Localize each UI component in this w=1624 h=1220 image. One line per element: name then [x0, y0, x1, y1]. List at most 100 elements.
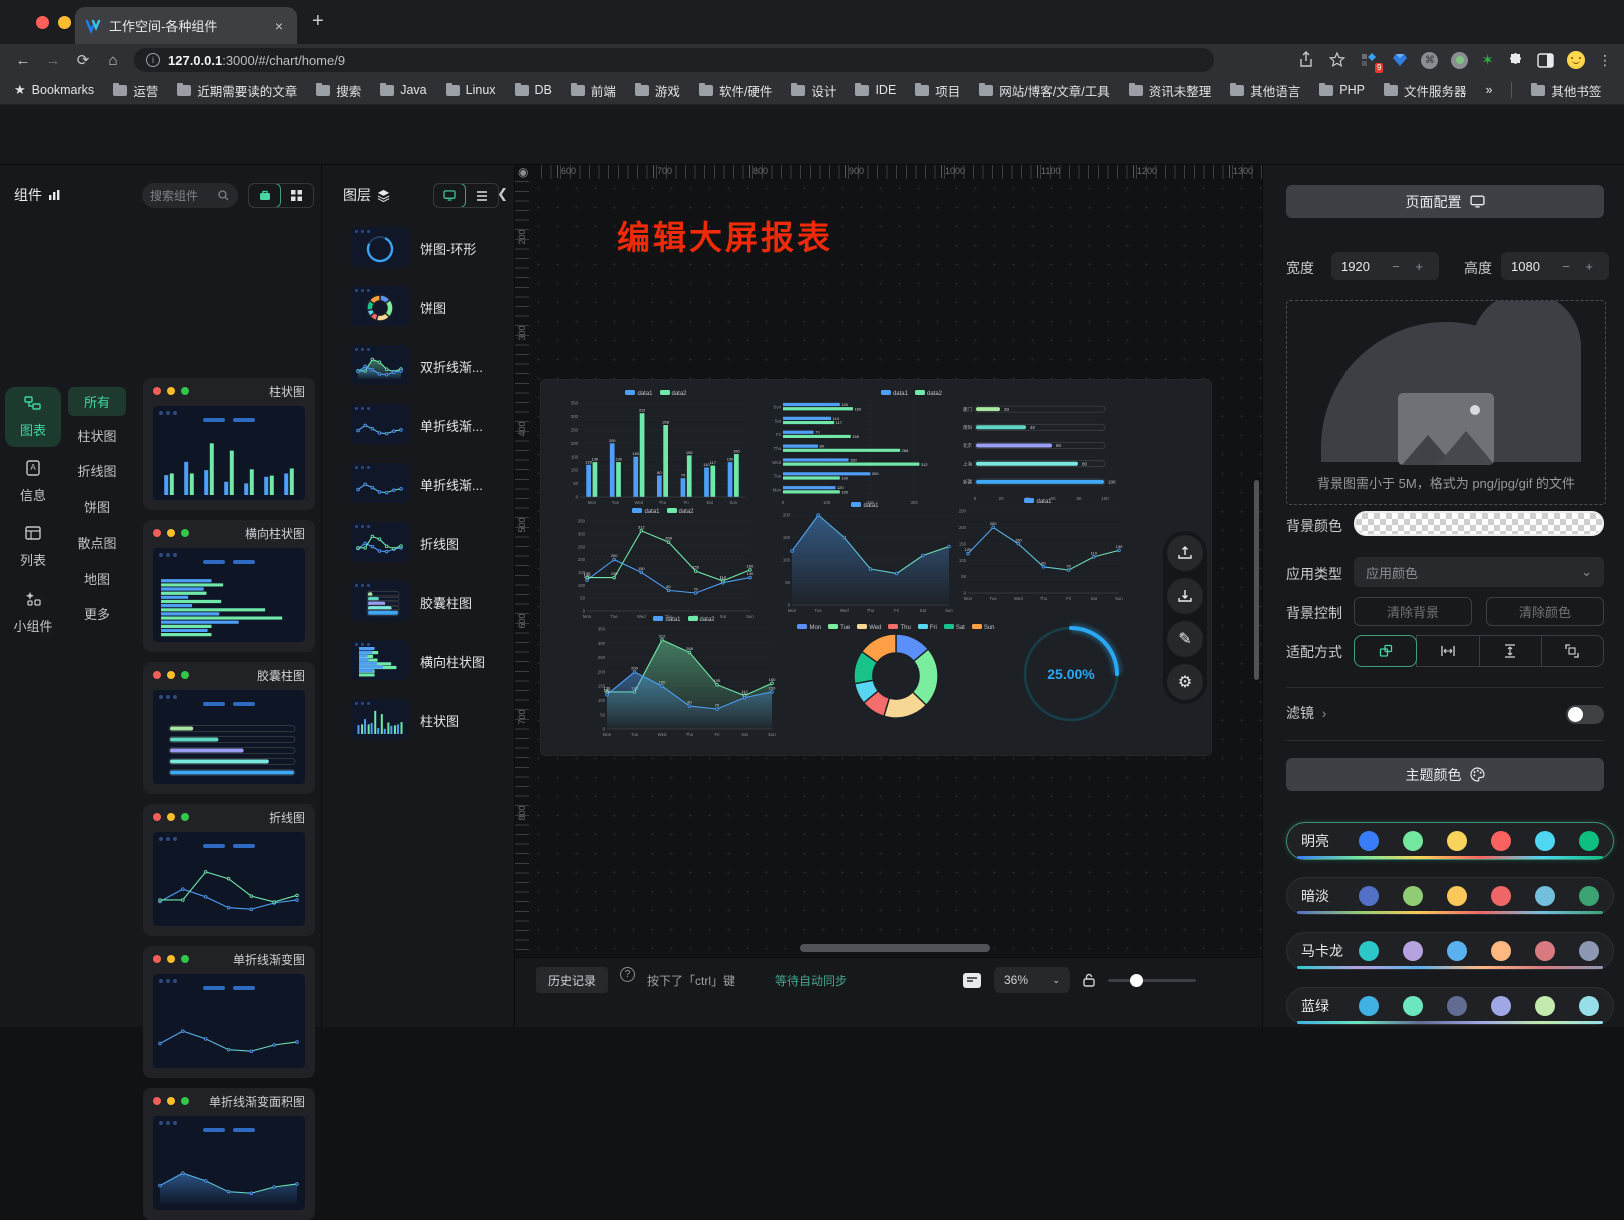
history-button[interactable]: 历史记录	[536, 967, 608, 993]
bookmark-item[interactable]: IDE	[855, 81, 896, 100]
extension-dot-icon[interactable]	[1451, 52, 1468, 69]
layer-item-6[interactable]: 胶囊柱图	[322, 581, 515, 637]
bookmarks-manager[interactable]: ★ Bookmarks	[14, 82, 94, 98]
category-2[interactable]: 折线图	[68, 461, 126, 480]
zoom-select[interactable]: 36%⌄	[994, 967, 1070, 993]
chart-line-chart-single[interactable]: data1050100150200250MonTueWedThuFriSatSu…	[953, 496, 1123, 606]
chart-line-chart-gradient[interactable]: data1050100150200MonTueWedThuFriSatSun	[777, 500, 953, 618]
slider-knob[interactable]	[1130, 974, 1143, 987]
extension-star-icon[interactable]: ✶	[1481, 51, 1494, 69]
extension-devtools-icon[interactable]: 9	[1359, 50, 1379, 70]
bookmarks-overflow-button[interactable]: »	[1485, 83, 1492, 97]
chart-bar-chart[interactable]: data1data2050100150200250300350120130Mon…	[565, 388, 747, 510]
fit-scale-button[interactable]	[1354, 635, 1417, 667]
fit-stretch-button[interactable]	[1541, 635, 1604, 667]
new-tab-button[interactable]: +	[312, 11, 324, 31]
ruler-eye-icon[interactable]: ◉	[518, 165, 528, 179]
back-icon[interactable]: ←	[8, 52, 38, 69]
bookmark-item[interactable]: 设计	[791, 81, 836, 100]
share-icon[interactable]	[1297, 51, 1315, 69]
extension-cmd-icon[interactable]: ⌘	[1421, 52, 1438, 69]
settings-button[interactable]: ⚙	[1167, 664, 1203, 700]
component-card-capsule[interactable]: 胶囊柱图	[143, 662, 315, 794]
category-3[interactable]: 饼图	[68, 497, 126, 516]
component-search[interactable]	[142, 183, 238, 208]
component-card-bars[interactable]: 柱状图	[143, 378, 315, 510]
bookmark-item[interactable]: 文件服务器	[1384, 81, 1467, 100]
theme-row-1[interactable]: 暗淡	[1286, 877, 1614, 915]
collapse-panel-icon[interactable]: ❮	[497, 186, 508, 202]
layer-item-4[interactable]: 单折线渐...	[322, 463, 515, 519]
stepper-buttons[interactable]: − +	[1562, 259, 1599, 274]
category-6[interactable]: 更多	[68, 604, 126, 623]
chart-pie-chart-donut[interactable]: MonTueWedThuFriSatSun	[789, 622, 1003, 742]
stepper-buttons[interactable]: − +	[1392, 259, 1429, 274]
bookmark-star-icon[interactable]	[1328, 51, 1346, 69]
theme-row-2[interactable]: 马卡龙	[1286, 932, 1614, 970]
bookmark-item[interactable]: 近期需要读的文章	[177, 81, 297, 100]
sidebar-item-widgets[interactable]: 小组件	[5, 591, 61, 635]
bookmark-item[interactable]: DB	[515, 81, 552, 100]
sidebar-icon[interactable]	[1537, 52, 1554, 69]
list-view-button[interactable]	[465, 184, 498, 207]
bookmark-item[interactable]: 前端	[571, 81, 616, 100]
clear-background-button[interactable]: 清除背景	[1354, 597, 1472, 626]
chart-area-chart-dual[interactable]: data1data2050100150200250300350MonTueWed…	[592, 614, 776, 742]
bookmark-item[interactable]: 项目	[915, 81, 960, 100]
extensions-puzzle-icon[interactable]	[1507, 52, 1524, 69]
bookmark-item[interactable]: Linux	[446, 81, 496, 100]
sidebar-item-info[interactable]: A信息	[5, 460, 61, 504]
home-icon[interactable]: ⌂	[98, 52, 128, 69]
width-input[interactable]: 1920− +	[1331, 252, 1439, 280]
extension-gem-icon[interactable]	[1392, 52, 1408, 68]
editor-canvas[interactable]: ◉ 6007008009001000110012001300 200300400…	[515, 165, 1262, 1027]
edit-button[interactable]: ✎	[1167, 621, 1203, 657]
export-button[interactable]	[1167, 535, 1203, 571]
bookmark-item[interactable]: 其他语言	[1230, 81, 1300, 100]
horizontal-scrollbar[interactable]	[800, 944, 990, 952]
reload-icon[interactable]: ⟳	[68, 51, 98, 69]
menu-dots-icon[interactable]: ⋮	[1598, 52, 1612, 69]
chart-horizontal-bar-chart[interactable]: data1data20100200300130160Sun110117Sat70…	[768, 388, 950, 510]
sidebar-item-list[interactable]: 列表	[5, 525, 61, 569]
background-upload-dropzone[interactable]: ☁ ☁ 背景图需小于 5M，格式为 png/jpg/gif 的文件	[1286, 300, 1606, 505]
site-info-icon[interactable]: i	[146, 53, 160, 67]
forward-icon[interactable]: →	[38, 52, 68, 69]
import-button[interactable]	[1167, 578, 1203, 614]
dashboard-plate[interactable]: data1data2050100150200250300350120130Mon…	[541, 380, 1211, 755]
grid-view-button[interactable]	[280, 184, 313, 207]
dashboard-title-text[interactable]: 编辑大屏报表	[617, 211, 833, 259]
page-config-header[interactable]: 页面配置	[1286, 185, 1604, 218]
layer-item-0[interactable]: 饼图-环形	[322, 227, 515, 283]
profile-avatar[interactable]	[1567, 51, 1585, 69]
category-4[interactable]: 散点图	[68, 533, 126, 552]
component-card-hbars[interactable]: 横向柱状图	[143, 520, 315, 652]
chart-capsule-chart[interactable]: 厦门20南阳40北京60上海80新疆100020406080100	[955, 396, 1123, 502]
help-icon[interactable]: ?	[620, 967, 635, 982]
component-card-line2[interactable]: 折线图	[143, 804, 315, 936]
layer-item-8[interactable]: 柱状图	[322, 699, 515, 755]
category-0[interactable]: 所有	[68, 387, 126, 416]
bookmark-item[interactable]: 资讯未整理	[1129, 81, 1212, 100]
theme-row-0[interactable]: 明亮	[1286, 822, 1614, 860]
sidebar-item-charts[interactable]: 图表	[5, 387, 61, 447]
layer-item-2[interactable]: 双折线渐...	[322, 345, 515, 401]
height-input[interactable]: 1080− +	[1501, 252, 1609, 280]
search-input[interactable]	[150, 189, 214, 203]
layer-item-1[interactable]: 饼图	[322, 286, 515, 342]
bookmark-item[interactable]: 搜索	[316, 81, 361, 100]
category-1[interactable]: 柱状图	[68, 426, 126, 445]
traffic-minimize-button[interactable]	[58, 16, 71, 29]
theme-color-header[interactable]: 主题颜色	[1286, 758, 1604, 791]
fit-width-button[interactable]	[1416, 635, 1479, 667]
category-5[interactable]: 地图	[68, 569, 126, 588]
single-view-button[interactable]	[248, 183, 281, 208]
filter-toggle[interactable]	[1566, 705, 1604, 724]
chart-gauge-chart[interactable]: 25.00%	[1017, 620, 1125, 728]
chart-line-chart-dual[interactable]: data1data2050100150200250300350MonTueWed…	[572, 506, 754, 624]
bookmark-item[interactable]: Java	[380, 81, 426, 100]
fit-height-button[interactable]	[1479, 635, 1542, 667]
layer-item-5[interactable]: 折线图	[322, 522, 515, 578]
clear-color-button[interactable]: 清除颜色	[1486, 597, 1604, 626]
bookmark-item[interactable]: 游戏	[635, 81, 680, 100]
